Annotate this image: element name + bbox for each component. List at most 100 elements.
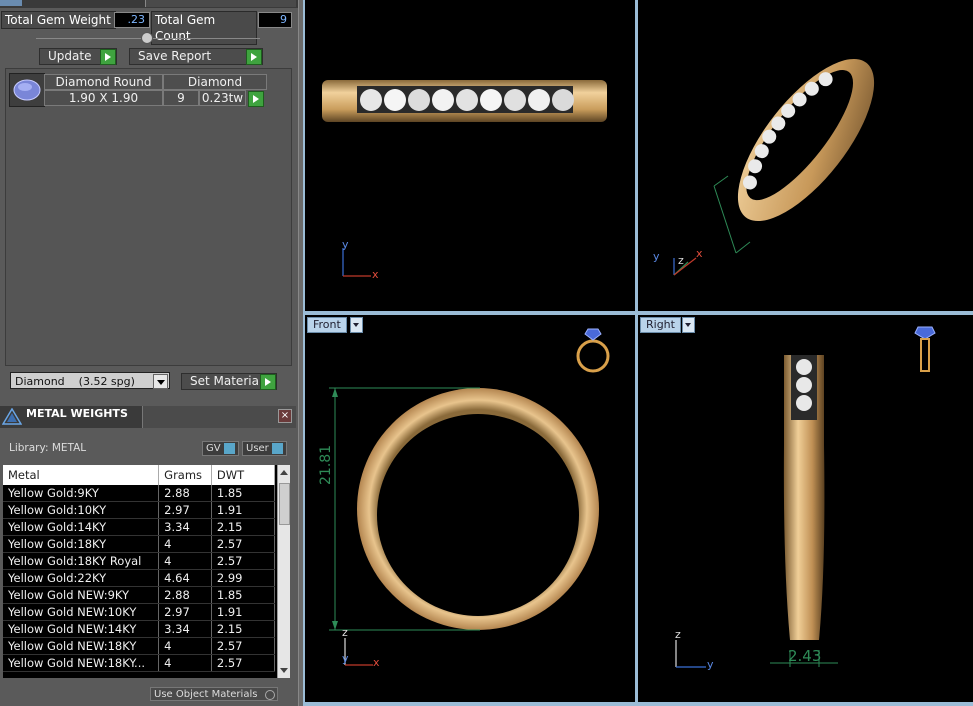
axis-label-z: z [678,254,684,267]
info-icon [223,442,235,454]
axis-label-z: z [675,628,681,641]
close-icon[interactable]: × [278,409,292,423]
column-header-metal[interactable]: Metal [3,465,160,485]
grams-cell: 2.97 [158,603,212,621]
axis-label-y: y [707,658,714,671]
radio-icon [265,690,275,700]
ring-front-view [329,328,610,666]
save-report-button-label: Save Report [138,49,212,63]
table-row[interactable]: Yellow Gold NEW:18KY 4 2.57 [3,637,276,655]
table-row[interactable]: Yellow Gold:22KY 4.64 2.99 [3,569,276,587]
column-header-grams[interactable]: Grams [158,465,212,485]
right-view-label: Right [646,318,675,331]
update-button[interactable]: Update [39,48,117,65]
set-material-button[interactable]: Set Material [181,373,277,390]
user-toggle[interactable]: User [242,441,287,456]
grams-cell: 3.34 [158,620,212,638]
gem-slider-handle[interactable] [141,32,153,44]
panel-tab[interactable] [0,0,22,6]
dwt-cell: 2.15 [211,620,276,638]
table-row[interactable]: Yellow Gold NEW:10KY 2.97 1.91 [3,603,276,621]
metal-name-cell: Yellow Gold NEW:18KY... [3,654,160,672]
table-scrollbar[interactable] [277,465,290,678]
front-view-label: Front [313,318,341,331]
table-row[interactable]: Yellow Gold:18KY 4 2.57 [3,535,276,553]
metal-weights-header: METAL WEIGHTS × [0,406,296,428]
ring-right-view [675,326,936,668]
grams-cell: 3.34 [158,518,212,536]
metal-name-cell: Yellow Gold NEW:18KY [3,637,160,655]
metal-name-cell: Yellow Gold:14KY [3,518,160,536]
metal-weights-icon [2,408,22,425]
update-go-icon [100,49,116,65]
table-row[interactable]: Yellow Gold:18KY Royal 4 2.57 [3,552,276,570]
chevron-down-icon[interactable] [682,317,695,333]
viewport-front[interactable]: 21.81 z y x Front [305,315,635,702]
panel-tab-2[interactable] [145,0,296,7]
column-header-dwt[interactable]: DWT [211,465,276,485]
viewport-top[interactable]: y x [305,0,635,311]
viewport-border-bottom [305,702,973,706]
use-object-materials-toggle[interactable]: Use Object Materials [150,687,278,701]
gem-thumbnail[interactable] [9,73,45,107]
metal-weights-tab[interactable]: METAL WEIGHTS [0,406,143,428]
gem-weight-cell: 0.23tw [199,90,246,106]
viewport-perspective[interactable]: y z x [638,0,973,311]
grams-cell: 4 [158,535,212,553]
material-select-value: Diamond (3.52 spg) [15,375,135,388]
chevron-down-icon[interactable] [350,317,363,333]
viewport-right[interactable]: 2.43 z y Right [638,315,973,702]
metal-weights-table: Metal Grams DWT Yellow Gold:9KY 2.88 1.85 Y… [3,465,289,678]
front-view-menu[interactable]: Front [307,317,347,333]
grams-cell: 4.64 [158,569,212,587]
dwt-cell: 2.57 [211,552,276,570]
metal-name-cell: Yellow Gold:9KY [3,485,160,502]
gem-list-area: Diamond Round 1.90 X 1.90 Diamond 9 0.23… [5,68,292,366]
left-panel: Total Gem Weight .23 Total Gem Count 9 U… [0,0,298,706]
metal-name-cell: Yellow Gold NEW:14KY [3,620,160,638]
total-gem-count-label: Total Gem Count [151,11,257,45]
metal-name-cell: Yellow Gold NEW:10KY [3,603,160,621]
table-row[interactable]: Yellow Gold NEW:18KY... 4 2.57 [3,654,276,672]
stones-row [360,89,574,111]
axis-label-z: z [342,626,348,639]
metal-name-cell: Yellow Gold NEW:9KY [3,586,160,604]
gem-shape-cell: Diamond Round [44,74,163,90]
grams-cell: 2.88 [158,485,212,502]
save-report-go-icon [246,49,262,65]
material-select[interactable]: Diamond (3.52 spg) [10,372,170,389]
info-icon [271,442,283,454]
scroll-down-icon[interactable] [280,668,288,673]
dwt-cell: 2.57 [211,535,276,553]
ring-thumbnail-icon [576,328,610,373]
dwt-cell: 1.85 [211,586,276,604]
chevron-down-icon[interactable] [153,374,168,389]
metal-name-cell: Yellow Gold:22KY [3,569,160,587]
right-view-menu[interactable]: Right [640,317,681,333]
diamond-round-icon [13,79,41,101]
ring-side-thumbnail-icon [914,326,936,372]
table-row[interactable]: Yellow Gold:9KY 2.88 1.85 [3,485,276,502]
grams-cell: 4 [158,552,212,570]
table-row[interactable]: Yellow Gold:14KY 3.34 2.15 [3,518,276,536]
dwt-cell: 1.91 [211,501,276,519]
metal-name-cell: Yellow Gold:18KY Royal [3,552,160,570]
table-row[interactable]: Yellow Gold:10KY 2.97 1.91 [3,501,276,519]
scroll-up-icon[interactable] [280,470,288,475]
axis-label-y: y [342,652,349,665]
gem-row-go-icon[interactable] [248,91,264,107]
gem-type-cell: Diamond [163,74,267,90]
grams-cell: 2.97 [158,501,212,519]
metal-name-cell: Yellow Gold:18KY [3,535,160,553]
axis-label-x: x [372,268,379,281]
table-row[interactable]: Yellow Gold NEW:9KY 2.88 1.85 [3,586,276,604]
table-header-row: Metal Grams DWT [3,465,276,485]
scrollbar-thumb[interactable] [279,483,290,525]
table-row[interactable]: Yellow Gold NEW:14KY 3.34 2.15 [3,620,276,638]
gv-toggle-label: GV [206,443,221,454]
right-dimension-label: 2.43 [788,647,822,665]
save-report-button[interactable]: Save Report [129,48,263,65]
ring-perspective-view [673,58,875,276]
gv-toggle[interactable]: GV [202,441,239,456]
ring-top-view [322,80,607,277]
